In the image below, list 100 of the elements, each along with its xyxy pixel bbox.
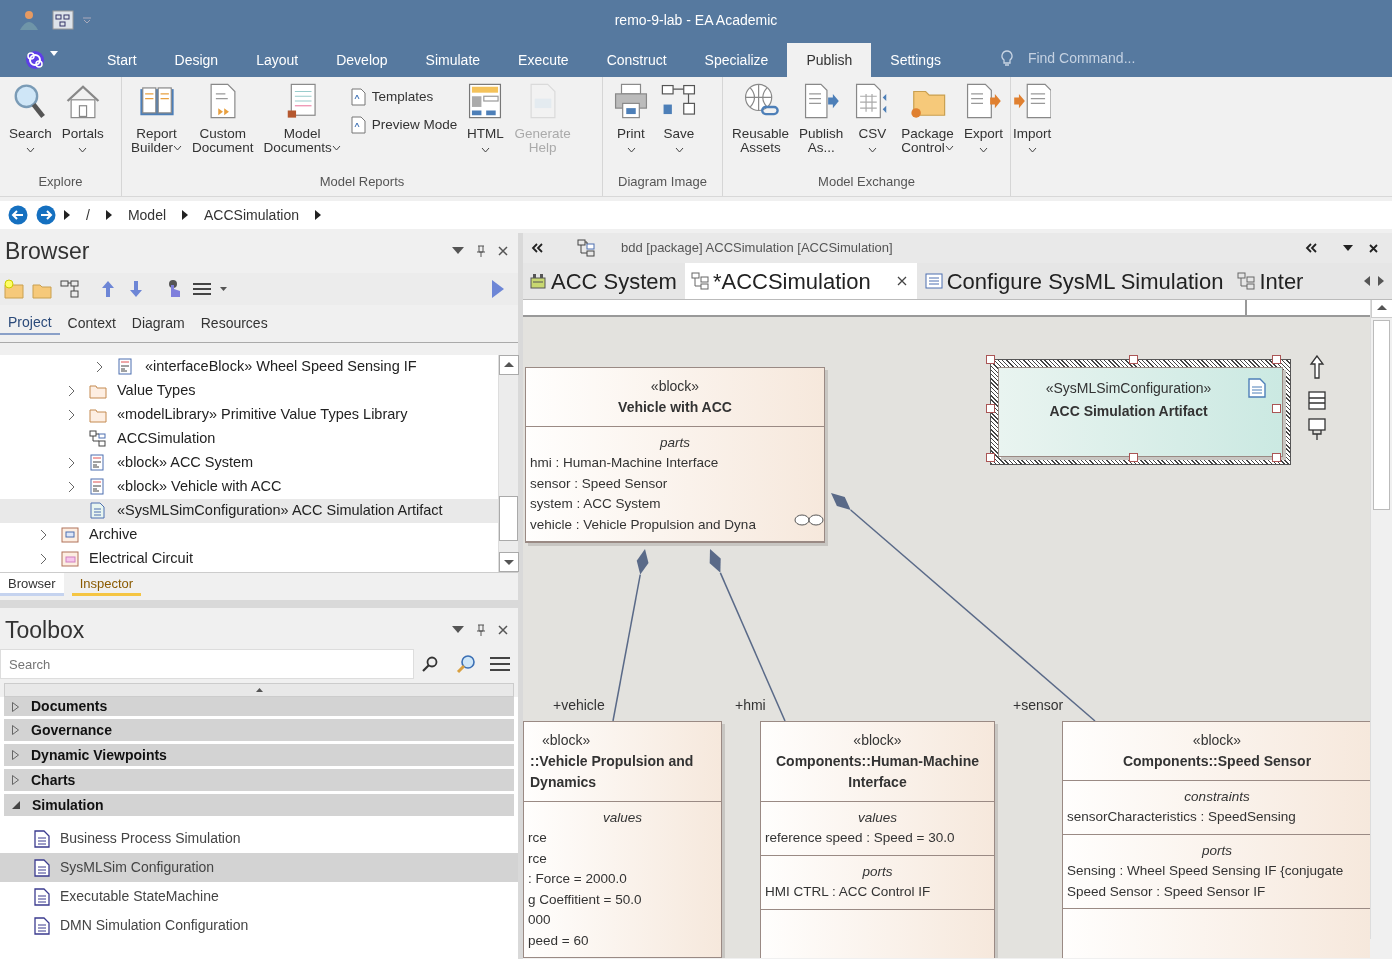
caret-icon[interactable] [867,147,877,153]
logo-icon[interactable] [24,49,46,71]
menu-tab[interactable]: Execute [499,43,588,77]
menu-tab[interactable]: Settings [871,43,960,77]
caret-icon[interactable] [1027,147,1037,153]
ribbon-button[interactable]: Custom Document [187,81,259,155]
toolbox-category[interactable]: Documents [4,697,514,716]
expanded-icon[interactable] [12,801,20,809]
resize-handle[interactable] [1272,355,1281,364]
resize-handle[interactable] [986,453,995,462]
ribbon-button[interactable]: CSV [848,81,897,153]
scrollbar[interactable] [1370,298,1392,939]
view-tab[interactable]: Resources [192,313,276,334]
scroll-down-icon[interactable] [499,552,519,572]
caret-icon[interactable] [25,147,35,153]
chevron-icon[interactable] [105,210,112,220]
collapsed-icon[interactable] [12,775,19,785]
breadcrumb-link[interactable]: / [78,204,98,226]
collapse-icon[interactable] [531,243,543,253]
ribbon-button[interactable]: Templates [345,85,462,110]
ribbon-button[interactable]: Model Documents [258,81,346,155]
caret-icon[interactable] [173,145,183,151]
menu-tab[interactable]: Start [88,43,156,77]
tree-item[interactable]: «SysMLSimConfiguration» ACC Simulation Artifact [0,499,498,523]
menu-tab[interactable]: Construct [587,43,686,77]
up-arrow-icon[interactable] [1307,355,1327,379]
ribbon-button[interactable]: Package Control [896,81,959,155]
ribbon-button[interactable]: Search [4,81,57,153]
collapse-icon[interactable] [1305,243,1317,253]
scroll-up-icon[interactable] [499,355,519,375]
breadcrumb-link[interactable]: Model [119,204,175,226]
resize-handle[interactable] [1272,453,1281,462]
search-field[interactable]: Search [0,649,414,679]
magnifier-icon[interactable] [456,654,476,674]
menu-icon[interactable] [490,656,510,672]
play-icon[interactable] [492,280,504,298]
scroll-up-icon[interactable] [255,688,263,692]
panel-tab[interactable]: Inspector [71,573,142,596]
view-tab[interactable]: Context [59,313,124,334]
tree-item[interactable]: «interfaceBlock» Wheel Speed Sensing IF [0,355,498,379]
resize-handle[interactable] [986,355,995,364]
ribbon-button[interactable]: Portals [56,81,109,153]
menu-tab[interactable]: Publish [787,43,872,77]
document-tab[interactable]: *ACCSimulation [684,263,917,299]
plug-icon[interactable] [1307,417,1327,441]
toolbox-item[interactable]: Executable StateMachine [0,882,518,911]
caret-icon[interactable] [978,147,988,153]
close-icon[interactable] [896,276,907,286]
dropdown-icon[interactable] [452,247,464,255]
forward-icon[interactable] [36,205,56,225]
menu-tab[interactable]: Layout [237,43,318,77]
toolbox-category[interactable]: Dynamic Viewpoints [4,744,514,766]
panel-tab[interactable]: Browser [0,573,64,596]
pin-icon[interactable] [476,624,486,636]
resize-handle[interactable] [986,404,995,413]
composition-connector[interactable] [612,549,649,722]
collapsed-icon[interactable] [12,725,19,735]
ribbon-button[interactable]: Preview Mode [345,113,462,138]
tree-item[interactable]: «modelLibrary» Primitive Value Types Library [0,403,498,427]
toolbox-item[interactable]: Business Process Simulation [0,824,518,853]
close-icon[interactable] [498,625,508,635]
block-element[interactable]: «block» Components::Human-Machine Interface values reference speed : Speed = 30.0 ports HMI CTRL : ACC Control IF [760,721,995,958]
ribbon-button[interactable]: Export [958,81,1008,153]
caret-icon[interactable] [50,49,58,57]
ribbon-button[interactable]: Reusable Assets [727,81,795,155]
back-icon[interactable] [8,205,28,225]
scrollbar-thumb[interactable] [1373,320,1390,510]
tree-item[interactable]: ACCSimulation [0,427,498,451]
caret-icon[interactable] [331,145,341,151]
dropdown-icon[interactable] [452,626,464,634]
chevron-icon[interactable] [314,210,321,220]
pin-icon[interactable] [476,245,486,257]
caret-icon[interactable] [626,147,636,153]
menu-tab[interactable]: Specialize [685,43,788,77]
view-tab[interactable]: Diagram [123,313,193,334]
toolbox-category[interactable]: Charts [4,769,514,791]
menu-tab[interactable]: Develop [317,43,407,77]
collapsed-icon[interactable] [12,750,19,760]
composition-connector[interactable] [709,549,786,722]
diagram-icon[interactable] [60,279,80,299]
toolbox-item[interactable]: SysMLSim Configuration [0,853,518,882]
chevron-icon[interactable] [182,210,189,220]
resize-handle[interactable] [1272,404,1281,413]
scrollbar[interactable] [498,355,518,572]
list-icon[interactable] [1307,389,1327,413]
ribbon-button[interactable]: Import [1007,81,1057,153]
dropdown-icon[interactable] [1343,245,1353,251]
tree-item[interactable]: Value Types [0,379,498,403]
menu-tab[interactable]: Design [155,43,238,77]
artifact-element[interactable]: «SysMLSimConfiguration» ACC Simulation Artifact [998,367,1283,457]
resize-handle[interactable] [1129,453,1138,462]
tree-item[interactable]: Archive [0,523,498,547]
resize-handle[interactable] [1129,355,1138,364]
view-tab[interactable]: Project [0,312,60,335]
block-element[interactable]: «block» Components::Speed Sensor constraints sensorCharacteristics : SpeedSensing ports Sensing : Wheel Speed Sensing IF {conjugate Speed Sensor : Speed Sensor IF [1062,721,1370,958]
block-element[interactable]: «block» Vehicle with ACC parts hmi : Human-Machine Interface sensor : Speed Sensor system : ACC System vehicle : Vehicle Propulsion and Dyna [525,367,825,544]
toolbox-category[interactable]: Governance [4,719,514,741]
diagram-icon[interactable] [52,10,74,30]
ribbon-button[interactable]: Print [607,81,655,153]
scroll-left-icon[interactable] [1364,276,1370,286]
